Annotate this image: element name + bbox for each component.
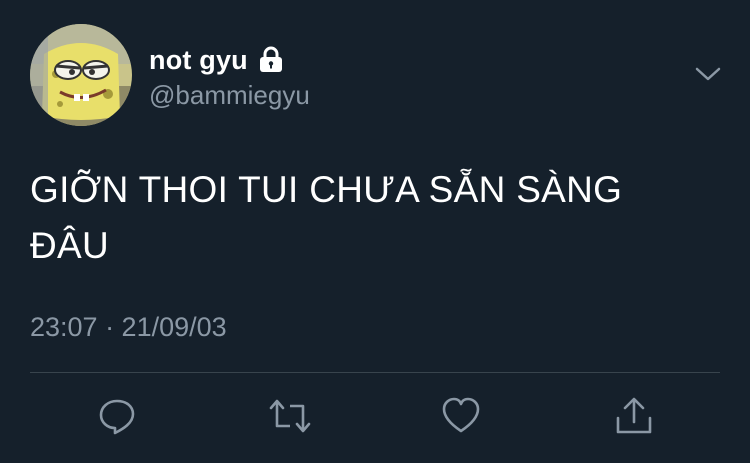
tweet-text-line-2: ĐÂU: [30, 225, 110, 266]
user-handle[interactable]: @bammiegyu: [149, 80, 310, 111]
lock-icon: [258, 46, 284, 74]
action-bar: [0, 394, 750, 440]
retweet-button[interactable]: [268, 394, 312, 438]
user-name-row: not gyu: [149, 42, 284, 78]
reply-button[interactable]: [95, 394, 139, 438]
avatar[interactable]: [30, 24, 132, 126]
spongebob-avatar-image: [30, 24, 132, 126]
tweet-text-line-1: GIỠN THOI TUI CHƯA SẴN SÀNG: [30, 169, 623, 210]
share-button[interactable]: [612, 394, 656, 438]
retweet-icon: [269, 399, 311, 433]
chevron-down-icon[interactable]: [694, 62, 722, 86]
divider: [30, 372, 720, 373]
tweet-timestamp[interactable]: 23:07 · 21/09/03: [30, 312, 227, 343]
share-icon: [616, 397, 652, 434]
reply-icon: [99, 399, 135, 435]
heart-icon: [442, 397, 480, 433]
tweet-card: not gyu @bammiegyu GIỠN THOI TUI CHƯA SẴ…: [0, 0, 750, 463]
display-name[interactable]: not gyu: [149, 45, 248, 76]
tweet-text: GIỠN THOI TUI CHƯA SẴN SÀNG ĐÂU: [30, 162, 710, 274]
like-button[interactable]: [439, 394, 483, 438]
